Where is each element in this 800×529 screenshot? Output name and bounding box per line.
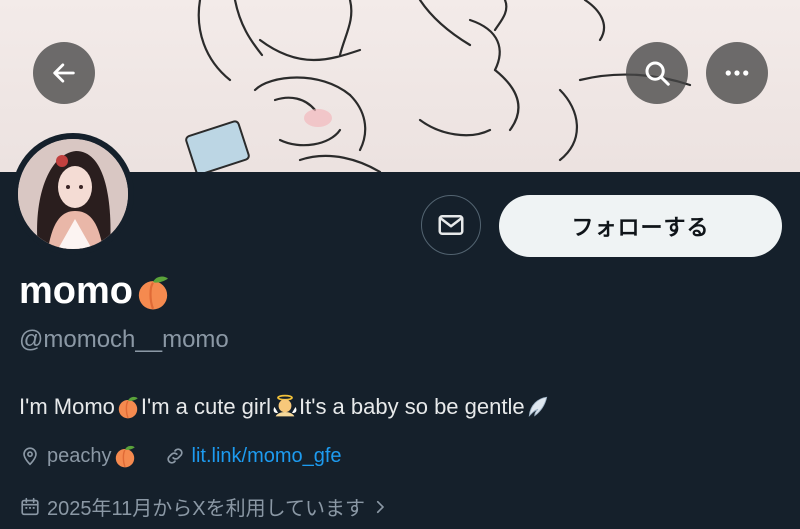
profile-link[interactable]: lit.link/momo_gfe — [192, 445, 342, 468]
mail-icon — [438, 215, 464, 235]
wing-emoji — [528, 396, 547, 417]
arrow-left-icon — [53, 63, 75, 83]
avatar-image — [18, 139, 128, 249]
follow-button[interactable]: フォローする — [499, 195, 782, 257]
joined-text: 2025年11月からXを利用しています — [47, 498, 365, 520]
joined-date[interactable]: 2025年11月からXを利用しています — [19, 492, 389, 521]
peach-emoji — [118, 396, 138, 419]
display-name-text: momo — [19, 270, 133, 312]
search-icon — [645, 61, 670, 86]
avatar[interactable] — [12, 133, 134, 255]
back-button[interactable] — [33, 42, 95, 104]
peach-emoji — [138, 275, 168, 309]
chevron-right-icon — [376, 500, 384, 513]
link-icon — [166, 448, 183, 464]
location-text: peachy — [47, 444, 112, 467]
bio-part-2: I'm a cute girl — [140, 394, 272, 419]
profile-meta: peachy lit.link/momo_gfe — [19, 443, 342, 469]
baby-angel-emoji — [273, 394, 297, 417]
bio-part-3: It's a baby so be gentle — [299, 394, 525, 419]
peach-emoji — [115, 445, 135, 468]
bio-part-1: I'm Momo — [19, 394, 115, 419]
handle: @momoch__momo — [19, 326, 229, 353]
more-button[interactable] — [706, 42, 768, 104]
message-button[interactable] — [421, 195, 481, 255]
search-button[interactable] — [626, 42, 688, 104]
bio: I'm Momo I'm a cute girl It's a baby so … — [19, 393, 551, 421]
display-name: momo — [19, 270, 173, 313]
calendar-icon — [21, 497, 39, 515]
more-horizontal-icon — [725, 70, 749, 76]
location-pin-icon — [23, 447, 37, 466]
